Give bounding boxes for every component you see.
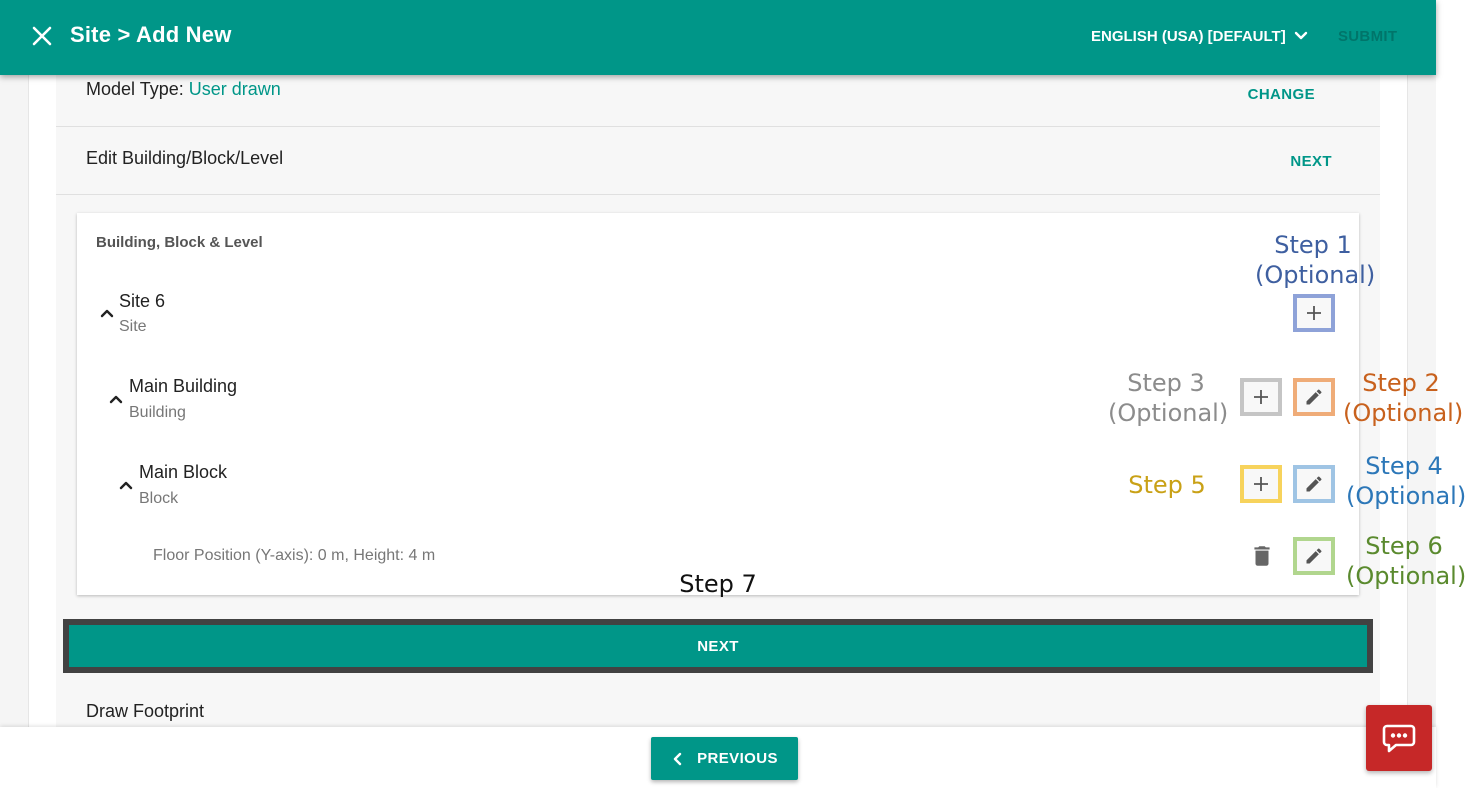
chevron-down-icon [1294, 31, 1307, 40]
edit-building-label: Edit Building/Block/Level [86, 148, 284, 168]
step-3-title: Step 3 [1127, 369, 1205, 397]
model-type-label-group: Model Type: User drawn [86, 79, 281, 100]
page-title: Site > Add New [70, 22, 232, 47]
step-5-title: Step 5 [1128, 471, 1206, 499]
pencil-icon [1306, 476, 1322, 492]
add-level-button[interactable] [1240, 465, 1282, 503]
delete-level-button[interactable] [1249, 543, 1275, 569]
chevron-up-icon [119, 481, 133, 490]
chevron-left-icon [673, 752, 682, 765]
step-2-title: Step 2 [1362, 369, 1440, 397]
next-button[interactable]: NEXT [69, 625, 1367, 667]
add-block-button[interactable] [1240, 378, 1282, 416]
node-type: Building [129, 404, 186, 421]
edit-block-button[interactable] [1293, 465, 1335, 503]
step-2-label: Step 2 (Optional) [1343, 368, 1464, 428]
step-4-label: Step 4 (Optional) [1346, 451, 1467, 511]
chevron-up-icon [109, 395, 123, 404]
step-7-title: Step 7 [679, 570, 757, 598]
collapse-block-button[interactable] [118, 477, 134, 493]
app-header: Site > Add New ENGLISH (USA) [DEFAULT] S… [0, 0, 1436, 75]
plus-icon [1307, 306, 1321, 320]
language-select[interactable]: ENGLISH (USA) [DEFAULT] [1091, 27, 1310, 45]
step-7-label: Step 7 [676, 569, 760, 599]
step-3-label: Step 3 (Optional) [1108, 368, 1229, 428]
pencil-icon [1306, 389, 1322, 405]
node-name: Main Block [139, 462, 228, 482]
card-heading: Building, Block & Level [96, 234, 263, 251]
step-3-note: (Optional) [1108, 399, 1229, 427]
close-icon [32, 26, 52, 46]
step-2-note: (Optional) [1343, 399, 1464, 427]
previous-button[interactable]: PREVIOUS [651, 737, 798, 780]
step-6-label: Step 6 (Optional) [1346, 531, 1467, 591]
step-1-label: Step 1 (Optional) [1255, 230, 1376, 290]
step-1-title: Step 1 [1274, 231, 1352, 259]
close-button[interactable] [26, 20, 58, 52]
language-label: ENGLISH (USA) [DEFAULT] [1091, 27, 1286, 45]
draw-footprint-label: Draw Footprint [86, 701, 205, 721]
edit-building-row: Edit Building/Block/Level NEXT [56, 127, 1380, 195]
step-4-title: Step 4 [1365, 452, 1443, 480]
step-6-title: Step 6 [1365, 532, 1443, 560]
submit-button[interactable]: SUBMIT [1338, 28, 1397, 45]
model-type-value: User drawn [188, 79, 281, 99]
change-button[interactable]: CHANGE [1248, 86, 1315, 103]
add-building-button[interactable] [1293, 294, 1335, 332]
previous-label: PREVIOUS [697, 750, 778, 767]
node-name: Main Building [129, 376, 238, 396]
step-5-label: Step 5 [1126, 470, 1208, 500]
model-type-label: Model Type [86, 79, 179, 99]
model-type-separator: : [178, 79, 189, 99]
step-1-note: (Optional) [1255, 261, 1376, 289]
pencil-icon [1306, 548, 1322, 564]
edit-next-link[interactable]: NEXT [1290, 153, 1332, 170]
floor-info: Floor Position (Y-axis): 0 m, Height: 4 … [153, 547, 436, 564]
edit-building-button[interactable] [1293, 378, 1335, 416]
chat-icon [1382, 724, 1416, 753]
trash-icon [1254, 546, 1270, 566]
node-name: Site 6 [119, 291, 166, 311]
chevron-up-icon [100, 309, 114, 318]
step-4-note: (Optional) [1346, 482, 1467, 510]
node-type: Site [119, 318, 147, 335]
edit-level-button[interactable] [1293, 537, 1335, 575]
step-6-note: (Optional) [1346, 562, 1467, 590]
plus-icon [1254, 390, 1268, 404]
node-type: Block [139, 490, 179, 507]
collapse-building-button[interactable] [108, 391, 124, 407]
collapse-site-button[interactable] [99, 305, 115, 321]
plus-icon [1254, 477, 1268, 491]
chat-button[interactable] [1366, 705, 1432, 771]
